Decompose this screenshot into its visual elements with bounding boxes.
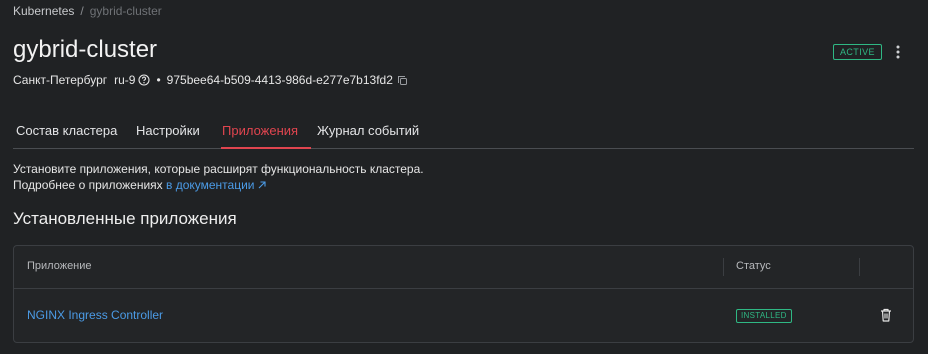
- tab-cluster-composition[interactable]: Состав кластера: [16, 123, 117, 138]
- documentation-link-label: в документации: [166, 178, 255, 192]
- breadcrumb-separator: /: [80, 4, 84, 18]
- cluster-meta: Санкт-Петербург ru-9 • 975bee64-b509-441…: [13, 73, 408, 87]
- applications-info: Установите приложения, которые расширят …: [13, 161, 424, 193]
- column-divider: [723, 258, 724, 276]
- breadcrumb-current: gybrid-cluster: [89, 4, 162, 18]
- column-header-status: Статус: [736, 260, 771, 272]
- tab-bar: Состав кластера Настройки Приложения Жур…: [13, 112, 914, 149]
- info-line-1: Установите приложения, которые расширят …: [13, 162, 424, 176]
- meta-separator: •: [156, 73, 161, 87]
- cluster-id: 975bee64-b509-4413-986d-e277e7b13fd2: [166, 73, 393, 87]
- tab-applications[interactable]: Приложения: [222, 123, 298, 138]
- tab-settings[interactable]: Настройки: [136, 123, 200, 138]
- documentation-link[interactable]: в документации: [166, 178, 267, 192]
- installed-apps-title: Установленные приложения: [13, 209, 237, 228]
- status-badge: ACTIVE: [833, 44, 882, 60]
- cluster-region: ru-9: [114, 73, 136, 87]
- copy-icon[interactable]: [397, 75, 408, 86]
- table-row: NGINX Ingress Controller INSTALLED: [14, 289, 913, 341]
- column-divider: [859, 258, 860, 276]
- column-header-app: Приложение: [27, 260, 92, 272]
- external-link-icon: [258, 181, 266, 189]
- info-line-2: Подробнее о приложениях в документации: [13, 177, 424, 193]
- active-tab-indicator: [221, 147, 311, 149]
- page-title: gybrid-cluster: [13, 36, 158, 63]
- trash-icon[interactable]: [878, 307, 894, 323]
- breadcrumb: Kubernetes / gybrid-cluster: [13, 4, 162, 18]
- cluster-city: Санкт-Петербург: [13, 73, 108, 87]
- installed-apps-table: Приложение Статус NGINX Ingress Controll…: [13, 245, 914, 343]
- table-header: Приложение Статус: [14, 246, 913, 289]
- tab-event-log[interactable]: Журнал событий: [317, 123, 419, 138]
- help-circle-icon[interactable]: [138, 74, 151, 86]
- more-vertical-icon[interactable]: [888, 42, 908, 62]
- app-name-link[interactable]: NGINX Ingress Controller: [27, 308, 163, 322]
- breadcrumb-kubernetes-link[interactable]: Kubernetes: [13, 4, 74, 18]
- installed-status-badge: INSTALLED: [736, 309, 792, 323]
- info-line-2-text: Подробнее о приложениях: [13, 178, 163, 192]
